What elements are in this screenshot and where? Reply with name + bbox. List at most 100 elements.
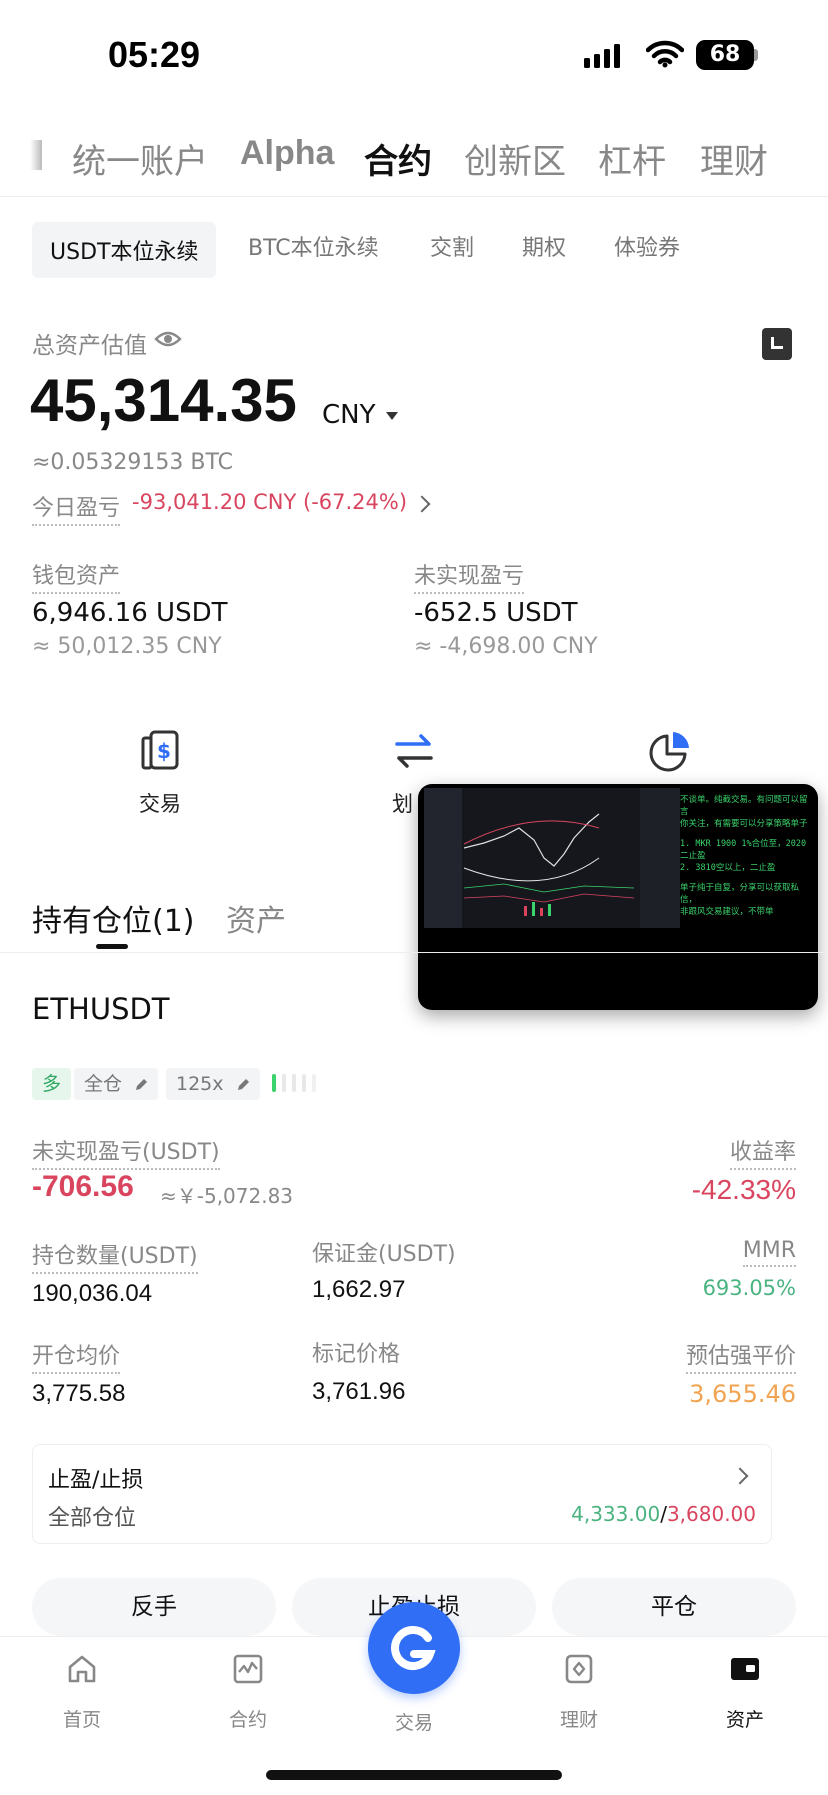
transfer-arrows-icon xyxy=(395,734,433,768)
position-unrealized-value: -706.56 xyxy=(32,1170,134,1203)
liq-price-value: 3,655.46 xyxy=(689,1380,796,1408)
take-profit-value: 4,333.00 xyxy=(571,1502,661,1526)
pip-line: 1. MKR 1900 1%合位至，2020二止盈 xyxy=(680,839,807,861)
chart-icon xyxy=(233,1654,263,1684)
history-document-icon[interactable] xyxy=(762,328,792,360)
side-tag: 多 xyxy=(32,1068,72,1100)
battery-indicator: 68 xyxy=(696,40,754,70)
total-assets-value: 45,314.35 xyxy=(30,367,297,434)
unrealized-pnl-cny: ≈ -4,698.00 CNY xyxy=(414,634,598,659)
home-indicator xyxy=(266,1770,562,1780)
status-time: 05:29 xyxy=(108,34,201,75)
wallet-balance-cny: ≈ 50,012.35 CNY xyxy=(32,634,222,659)
tpsl-panel[interactable] xyxy=(32,1444,772,1544)
nav-futures-label: 合约 xyxy=(228,1709,267,1731)
pip-line: 2. 3810空以上，二止盈 xyxy=(680,863,776,873)
mark-price-label: 标记价格 xyxy=(312,1342,401,1367)
today-pnl-label: 今日盈亏 xyxy=(32,490,121,526)
subtab-coupons[interactable]: 体验券 xyxy=(614,230,680,262)
pip-line: 单子纯于自复，分享可以获取私信， xyxy=(680,883,800,905)
tpsl-scope: 全部仓位 xyxy=(48,1506,137,1531)
pip-line: 不谈单。纯截交易。有问题可以留言 xyxy=(680,795,808,817)
size-label: 持仓数量(USDT) xyxy=(32,1238,198,1274)
battery-nub xyxy=(754,49,758,61)
reverse-button[interactable]: 反手 xyxy=(32,1578,276,1636)
tab-earn[interactable]: 理财 xyxy=(700,134,768,183)
tab-margin[interactable]: 杠杆 xyxy=(598,134,666,183)
tab-futures[interactable]: 合约 xyxy=(364,134,432,183)
wallet-icon xyxy=(731,1658,759,1680)
edit-icon xyxy=(136,1079,148,1090)
margin-value: 1,662.97 xyxy=(312,1276,406,1303)
active-tab-indicator xyxy=(96,944,128,949)
nav-earn-label: 理财 xyxy=(559,1709,598,1731)
tab-open-positions[interactable]: 持有仓位(1) xyxy=(32,896,195,940)
nav-trade[interactable]: 交易 xyxy=(354,1708,474,1735)
tab-assets[interactable]: 资产 xyxy=(226,896,286,940)
wifi-icon xyxy=(646,40,684,68)
nav-assets[interactable]: 资产 xyxy=(685,1652,805,1732)
btc-equivalent: ≈0.05329153 BTC xyxy=(32,450,233,475)
tpsl-values: 4,333.00/3,680.00 xyxy=(571,1502,756,1526)
nav-assets-label: 资产 xyxy=(725,1709,764,1731)
tpsl-separator: / xyxy=(660,1502,667,1526)
roe-value: -42.33% xyxy=(691,1174,796,1205)
earn-icon xyxy=(565,1654,593,1684)
close-position-button[interactable]: 平仓 xyxy=(552,1578,796,1636)
nav-home[interactable]: 首页 xyxy=(22,1652,142,1732)
pip-caption: 不谈单。纯截交易。有问题可以留言 你关注，有需要可以分享策略单子 1. MKR … xyxy=(680,794,814,918)
tab-unified-account[interactable]: 统一账户 xyxy=(72,134,208,183)
subtab-options[interactable]: 期权 xyxy=(522,230,566,262)
unrealized-pnl-label: 未实现盈亏 xyxy=(414,558,525,594)
action-trade-label: 交易 xyxy=(139,792,181,816)
adl-indicator-icon xyxy=(272,1074,316,1092)
edit-icon xyxy=(237,1079,249,1090)
subtab-delivery[interactable]: 交割 xyxy=(430,230,474,262)
chevron-right-icon[interactable] xyxy=(413,495,431,513)
action-trade[interactable]: $ 交易 xyxy=(130,728,190,818)
margin-label: 保证金(USDT) xyxy=(312,1242,456,1267)
video-overlay[interactable]: 不谈单。纯截交易。有问题可以留言 你关注，有需要可以分享策略单子 1. MKR … xyxy=(418,784,818,1010)
dollar-card-icon: $ xyxy=(141,730,179,770)
subtab-usdt-perp[interactable]: USDT本位永续 xyxy=(32,222,217,278)
tab-alpha[interactable]: Alpha xyxy=(240,134,334,173)
action-analysis[interactable] xyxy=(640,728,700,778)
tab-scroll-fade xyxy=(30,140,42,170)
wallet-balance-label: 钱包资产 xyxy=(32,558,121,594)
roe-label: 收益率 xyxy=(729,1134,796,1170)
nav-futures[interactable]: 合约 xyxy=(188,1652,308,1732)
trade-fab-button[interactable] xyxy=(368,1602,460,1694)
mark-price-value: 3,761.96 xyxy=(312,1378,406,1405)
wallet-balance-value: 6,946.16 USDT xyxy=(32,598,228,628)
eye-icon[interactable] xyxy=(154,328,182,350)
margin-mode-tag[interactable]: 全仓 xyxy=(74,1068,159,1100)
mmr-value: 693.05% xyxy=(702,1276,796,1300)
mmr-label: MMR xyxy=(742,1238,796,1267)
unrealized-pnl-value: -652.5 USDT xyxy=(414,598,578,628)
today-pnl-value[interactable]: -93,041.20 CNY (-67.24%) xyxy=(132,490,407,514)
currency-selector[interactable]: CNY xyxy=(322,400,376,430)
leverage-label: 125x xyxy=(176,1073,224,1095)
pip-line: 非跟风交易建议，不带单 xyxy=(680,907,774,917)
pie-chart-icon xyxy=(649,732,689,772)
position-unrealized-label: 未实现盈亏(USDT) xyxy=(32,1134,220,1170)
nav-trade-label: 交易 xyxy=(394,1712,433,1734)
stop-loss-value: 3,680.00 xyxy=(666,1502,756,1526)
nav-earn[interactable]: 理财 xyxy=(519,1652,639,1732)
subtab-btc-perp[interactable]: BTC本位永续 xyxy=(248,230,379,262)
margin-mode-label: 全仓 xyxy=(84,1073,123,1095)
entry-price-label: 开仓均价 xyxy=(32,1338,121,1374)
positions-divider xyxy=(0,952,828,953)
total-assets-label: 总资产估值 xyxy=(32,333,147,359)
tab-innovation[interactable]: 创新区 xyxy=(464,134,566,183)
svg-text:$: $ xyxy=(157,739,171,763)
nav-home-label: 首页 xyxy=(62,1709,101,1731)
cellular-signal-icon xyxy=(584,44,620,68)
entry-price-value: 3,775.58 xyxy=(32,1380,126,1407)
pip-trading-chart xyxy=(424,788,680,928)
liq-price-label: 预估强平价 xyxy=(685,1338,796,1374)
position-symbol[interactable]: ETHUSDT xyxy=(32,992,170,1026)
leverage-tag[interactable]: 125x xyxy=(166,1068,260,1100)
size-value: 190,036.04 xyxy=(32,1280,153,1307)
caret-down-icon[interactable] xyxy=(386,412,398,420)
